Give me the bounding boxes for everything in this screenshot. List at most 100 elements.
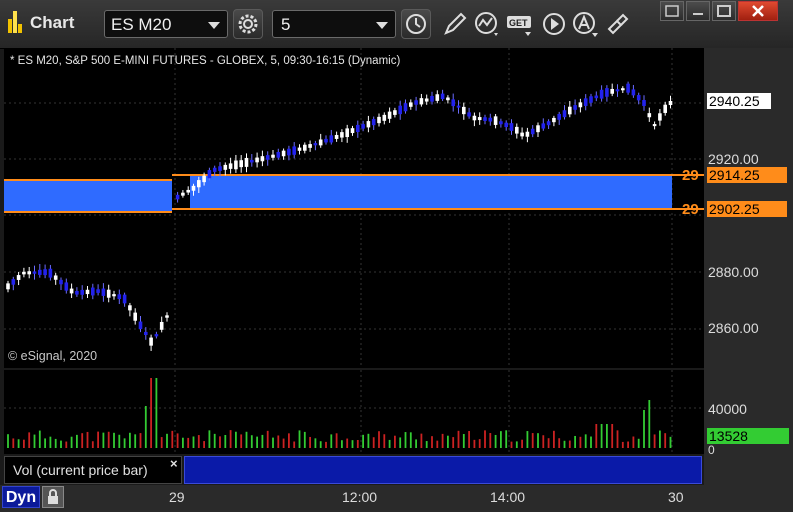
price-chart-plot[interactable]	[4, 48, 704, 368]
link-button[interactable]	[603, 9, 633, 39]
volume-bar	[235, 431, 237, 448]
volume-bar	[356, 440, 359, 448]
studies-button[interactable]	[472, 9, 502, 39]
volume-bar	[388, 439, 391, 448]
candle-body	[568, 106, 572, 115]
volume-bar	[436, 440, 439, 448]
time-label-29: 29	[169, 489, 185, 505]
candle-body	[371, 119, 376, 126]
candle-body	[265, 155, 270, 160]
volume-bar	[621, 441, 624, 448]
volume-pane[interactable]	[4, 370, 704, 454]
candle-body	[313, 143, 318, 146]
volume-bar	[425, 441, 428, 448]
chart-window: Chart ES M20 5 GET * ES M20, S&P 500 E-M…	[0, 0, 793, 510]
volume-bar	[542, 435, 545, 448]
volume-bar	[648, 400, 651, 448]
volume-bar	[309, 436, 311, 448]
candle-body	[297, 147, 302, 151]
volume-bar	[447, 435, 449, 448]
candle-body	[451, 99, 455, 107]
volume-bar	[494, 434, 497, 448]
candle-body	[356, 124, 360, 133]
candle-body	[218, 166, 222, 171]
volume-bar	[489, 433, 492, 448]
candle-body	[324, 138, 328, 143]
volume-bar	[139, 433, 142, 448]
window-menu-button[interactable]	[660, 1, 684, 21]
volume-pane-divider[interactable]	[184, 456, 702, 484]
volume-bar	[637, 438, 640, 448]
volume-bar	[462, 434, 465, 448]
volume-bar	[49, 436, 52, 448]
volume-bar	[208, 430, 211, 448]
get-data-button[interactable]: GET	[505, 9, 535, 39]
volume-bar	[102, 432, 105, 448]
candle-body	[16, 275, 21, 280]
volume-study-label[interactable]: Vol (current price bar)	[4, 456, 182, 484]
volume-bar	[431, 436, 433, 448]
volume-bar	[362, 434, 364, 448]
candle-body	[626, 83, 630, 93]
volume-bar	[229, 430, 232, 448]
dynamic-mode-button[interactable]: Dyn	[2, 486, 40, 508]
candle-body	[520, 132, 524, 137]
price-chart[interactable]	[4, 48, 704, 368]
close-button[interactable]	[738, 1, 778, 21]
candle-body	[382, 114, 387, 121]
alert-a-icon	[573, 12, 598, 37]
volume-bar	[293, 441, 296, 448]
volume-bar	[44, 438, 46, 448]
candle-body	[318, 139, 323, 146]
minimize-button[interactable]	[686, 1, 710, 21]
chevron-down-icon[interactable]	[376, 22, 388, 29]
last-price-tag: 2940.25	[707, 93, 771, 109]
restore-button[interactable]	[712, 1, 736, 21]
chevron-down-icon[interactable]	[208, 22, 220, 29]
volume-bar	[70, 436, 73, 448]
prior-zone	[4, 181, 172, 212]
volume-bar	[367, 433, 370, 448]
volume-bar	[150, 378, 152, 448]
volume-bar	[17, 439, 20, 448]
volume-bar	[547, 438, 550, 448]
volume-bar	[568, 440, 571, 448]
volume-bar	[160, 437, 163, 448]
candle-body	[345, 128, 349, 138]
volume-bar	[176, 433, 179, 448]
play-button[interactable]	[539, 9, 569, 39]
interval-input[interactable]: 5	[272, 10, 396, 38]
volume-bar	[574, 435, 576, 448]
volume-bar	[526, 431, 529, 448]
volume-bar	[76, 434, 78, 448]
volume-bar	[23, 439, 25, 448]
alerts-button[interactable]	[570, 9, 600, 39]
volume-bar	[404, 432, 407, 448]
volume-bar	[325, 441, 327, 448]
symbol-settings-button[interactable]	[233, 9, 263, 39]
level-label-upper: 29	[682, 167, 699, 184]
lock-button[interactable]	[42, 486, 64, 508]
candle-body	[212, 167, 217, 172]
volume-bar	[187, 437, 190, 448]
volume-bar	[351, 440, 354, 448]
draw-tool-button[interactable]	[440, 9, 470, 39]
candle-body	[138, 321, 143, 330]
candle-body	[409, 102, 413, 107]
volume-close-icon[interactable]: ×	[170, 456, 178, 471]
volume-bar	[600, 424, 603, 448]
candle-body	[631, 89, 636, 96]
candle-body	[101, 288, 106, 296]
volume-bar	[579, 436, 582, 448]
link-icon	[607, 13, 629, 35]
candle-body	[594, 95, 599, 99]
interval-clock-button[interactable]	[401, 9, 431, 39]
volume-bar	[478, 439, 481, 448]
time-label-1200: 12:00	[342, 489, 378, 505]
volume-bar	[261, 434, 264, 448]
volume-bar	[123, 438, 126, 448]
volume-bar	[346, 438, 349, 448]
candle-body	[509, 123, 514, 131]
candle-body	[197, 180, 201, 188]
symbol-input[interactable]: ES M20	[104, 10, 228, 38]
